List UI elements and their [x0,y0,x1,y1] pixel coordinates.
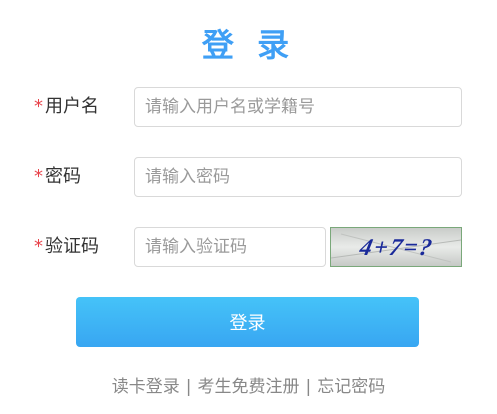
captcha-label: * 验证码 [34,227,99,267]
password-label-text: 密码 [45,166,81,187]
footer-separator: | [305,377,312,397]
required-mark: * [34,166,43,187]
username-input[interactable] [134,87,462,127]
captcha-text: 4+7=? [356,234,436,261]
required-mark: * [34,96,43,117]
register-link[interactable]: 考生免费注册 [198,377,300,397]
captcha-input[interactable] [134,227,326,267]
footer-separator: | [185,377,192,397]
page-title: 登 录 [201,26,296,64]
password-label: * 密码 [34,157,81,197]
captcha-image[interactable]: 4+7=? [330,227,462,267]
captcha-graphic: 4+7=? [331,233,461,263]
forgot-password-link[interactable]: 忘记密码 [317,377,385,397]
password-row: * 密码 [0,157,497,197]
captcha-row: *验证码 4+7=? [0,227,497,267]
login-button[interactable]: 登录 [76,297,419,347]
password-input[interactable] [134,157,462,197]
required-mark: * [34,236,43,257]
username-label-text: 用户名 [45,96,99,117]
username-row: * 用户名 [0,87,497,127]
captcha-label-text: 验证码 [45,236,99,257]
username-label: * 用户名 [34,87,99,127]
card-login-link[interactable]: 读卡登录 [112,377,180,397]
footer-links: 读卡登录 | 考生免费注册 | 忘记密码 [0,372,497,397]
